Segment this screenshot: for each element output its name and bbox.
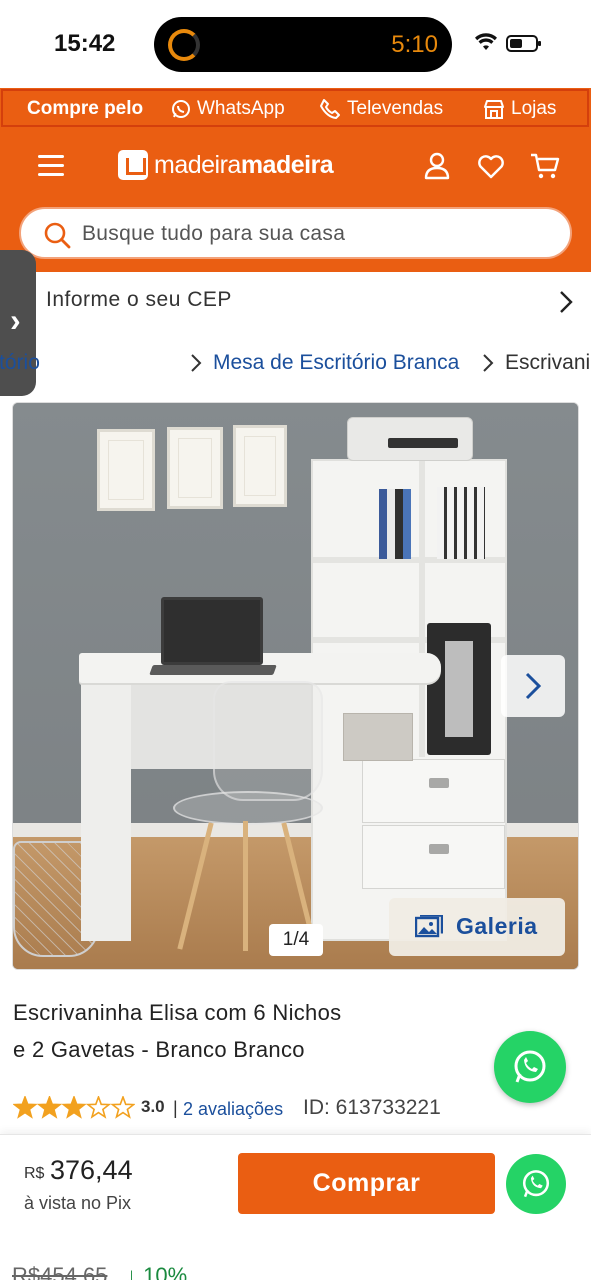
contact-bar: Compre pelo WhatsApp Televendas Lojas bbox=[1, 89, 589, 127]
cep-label: Informe o seu CEP bbox=[46, 288, 232, 311]
search-input[interactable]: Busque tudo para sua casa bbox=[19, 207, 572, 259]
rating-stars bbox=[13, 1096, 135, 1119]
whatsapp-icon bbox=[522, 1170, 550, 1198]
breadcrumb: Mesa de Escritório Mesa de Escritório Br… bbox=[0, 342, 591, 386]
chevron-right-icon bbox=[525, 672, 541, 700]
phone-icon bbox=[320, 99, 340, 119]
wishlist-heart-icon[interactable] bbox=[477, 154, 505, 180]
timer-ring-icon bbox=[168, 29, 200, 61]
store-icon bbox=[484, 100, 504, 119]
logo-text: madeiramadeira bbox=[154, 150, 334, 179]
island-timer: 5:10 bbox=[391, 31, 438, 58]
chevron-right-icon: › bbox=[10, 302, 21, 338]
gallery-next-button[interactable] bbox=[501, 655, 565, 717]
star-filled-icon bbox=[61, 1096, 87, 1119]
whatsapp-icon bbox=[514, 1050, 546, 1083]
rating-value: 3.0 bbox=[141, 1097, 165, 1116]
breadcrumb-current: Escrivaninha Elisa com 6 Nichos e 2 Gave… bbox=[505, 351, 591, 374]
televendas-link[interactable]: Televendas bbox=[319, 98, 443, 120]
reviews-link[interactable]: 2 avaliações bbox=[183, 1099, 283, 1120]
account-icon[interactable] bbox=[424, 152, 450, 180]
discount-badge: ↓ 10% bbox=[126, 1263, 188, 1280]
product-id: ID: 613733221 bbox=[303, 1096, 441, 1119]
picture-frame bbox=[233, 425, 287, 507]
whatsapp-label: WhatsApp bbox=[197, 98, 285, 119]
star-filled-icon bbox=[13, 1096, 38, 1119]
product-title: Escrivaninha Elisa com 6 Nichos e 2 Gavet… bbox=[13, 1000, 342, 1062]
price-note: à vista no Pix bbox=[24, 1193, 132, 1213]
acrylic-chair bbox=[173, 681, 323, 951]
star-empty-icon bbox=[110, 1096, 135, 1119]
cart-icon[interactable] bbox=[530, 152, 560, 180]
price-currency: R$ bbox=[24, 1165, 45, 1182]
old-price: R$454,65 bbox=[12, 1263, 108, 1280]
televendas-label: Televendas bbox=[347, 98, 444, 119]
buy-button[interactable]: Comprar bbox=[238, 1153, 495, 1214]
dynamic-island: 5:10 bbox=[154, 17, 452, 72]
main-nav-bar: madeiramadeira bbox=[0, 134, 591, 204]
battery-icon bbox=[506, 35, 541, 52]
site-header: Compre pelo WhatsApp Televendas Lojas ma… bbox=[0, 88, 591, 272]
whatsapp-buy-button[interactable] bbox=[506, 1154, 566, 1214]
product-image-gallery[interactable]: 1/4 Galeria bbox=[12, 402, 579, 970]
status-bar: 15:42 5:10 bbox=[0, 0, 591, 88]
gallery-button[interactable]: Galeria bbox=[389, 898, 565, 956]
status-time: 15:42 bbox=[54, 30, 116, 57]
logo-house-icon bbox=[118, 150, 148, 180]
gallery-counter: 1/4 bbox=[269, 924, 323, 956]
whatsapp-link[interactable]: WhatsApp bbox=[171, 98, 285, 120]
lojas-link[interactable]: Lojas bbox=[483, 98, 556, 120]
chevron-right-icon bbox=[191, 354, 202, 372]
picture-frame bbox=[97, 429, 155, 511]
search-icon bbox=[44, 222, 71, 249]
image-icon bbox=[415, 915, 443, 938]
star-empty-icon bbox=[85, 1096, 112, 1119]
picture-frame bbox=[167, 427, 223, 509]
cep-row[interactable]: Informe o seu CEP bbox=[0, 272, 591, 332]
chevron-right-icon bbox=[560, 291, 573, 313]
menu-icon[interactable] bbox=[38, 155, 64, 177]
price: 376,44 bbox=[50, 1155, 133, 1185]
breadcrumb-item[interactable]: Mesa de Escritório Branca bbox=[213, 351, 459, 375]
breadcrumb-item[interactable]: Mesa de Escritório bbox=[0, 351, 40, 375]
site-logo[interactable]: madeiramadeira bbox=[118, 150, 334, 180]
whatsapp-floating-button[interactable] bbox=[494, 1031, 566, 1103]
whatsapp-icon bbox=[172, 100, 190, 118]
contact-bar-label: Compre pelo bbox=[27, 98, 144, 119]
search-placeholder: Busque tudo para sua casa bbox=[82, 222, 346, 245]
purchase-bar: R$ 376,44 à vista no Pix Comprar R$454,6… bbox=[0, 1134, 591, 1280]
star-filled-icon bbox=[36, 1096, 63, 1119]
laptop bbox=[161, 597, 263, 665]
wifi-icon bbox=[475, 33, 497, 50]
lojas-label: Lojas bbox=[511, 98, 557, 119]
gallery-button-label: Galeria bbox=[456, 913, 538, 939]
chevron-right-icon bbox=[483, 354, 494, 372]
